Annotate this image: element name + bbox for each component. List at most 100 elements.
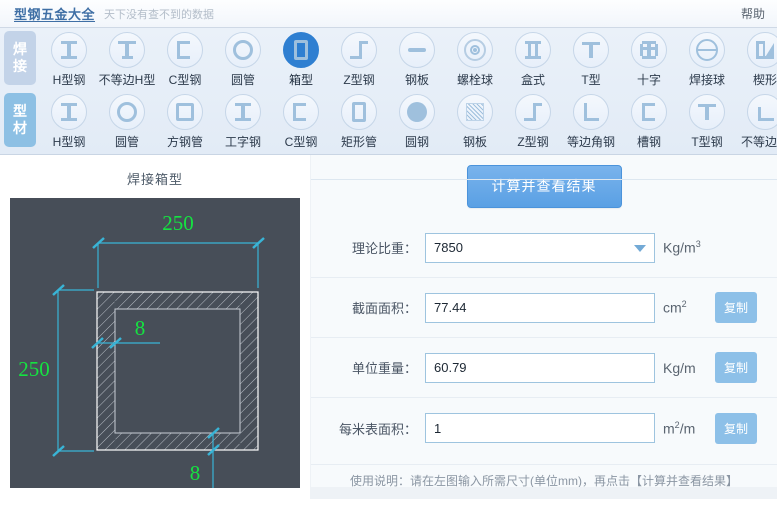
result-panel: 计算并查看结果 理论比重：Kg/m3截面面积：cm2复制单位重量：Kg/m复制每… [310,155,777,499]
round-tube-icon [116,101,138,123]
tab-icon-circle[interactable] [341,32,377,68]
steel-plate-bar-icon [406,39,428,61]
copy-button-3[interactable]: 复制 [715,412,758,444]
tab-icon-circle[interactable] [283,94,319,130]
tab-icon-circle[interactable] [341,94,377,130]
tab-icon-circle[interactable] [515,94,551,130]
tab-icon-circle[interactable] [457,94,493,130]
tab-item-方钢管[interactable]: 方钢管 [156,90,214,150]
tab-icon-circle[interactable] [167,94,203,130]
density-select-wrap[interactable] [417,232,655,263]
tab-icon-circle[interactable] [747,94,777,130]
tab-item-圆管[interactable]: 圆管 [98,90,156,150]
tab-item-label: 螺栓球 [456,73,493,87]
tab-item-十字[interactable]: 十字 [620,28,678,88]
tab-item-不等边H型[interactable]: 不等边H型 [98,28,156,88]
tab-item-楔形[interactable]: 楔形 [736,28,777,88]
field-input-2[interactable] [425,352,655,383]
tab-item-label: 方钢管 [166,135,203,149]
category-chip-1[interactable]: 焊接 [4,31,36,85]
tab-row-1: 焊接 H型钢 不等边H型 C型钢 圆管 箱型 Z型钢 钢板 螺栓球 盒式 T型 十字 焊接球 楔形 [0,28,777,90]
width-value-label[interactable]: 250 [162,211,194,235]
tab-item-C型钢[interactable]: C型钢 [272,90,330,150]
tab-item-箱型[interactable]: 箱型 [272,28,330,88]
tab-icon-circle[interactable] [515,32,551,68]
tab-item-label: C型钢 [168,73,202,87]
hint-divider [311,464,777,465]
tab-item-label: Z型钢 [343,73,375,87]
tab-item-label: Z型钢 [517,135,549,149]
tab-icon-circle[interactable] [109,32,145,68]
density-input[interactable] [425,232,655,263]
tab-item-不等边角[interactable]: 不等边角 [736,90,777,150]
category-chip-2[interactable]: 型材 [4,93,36,147]
tab-icon-circle[interactable] [689,32,725,68]
tab-icon-circle[interactable] [225,32,261,68]
tab-item-工字钢[interactable]: 工字钢 [214,90,272,150]
help-link[interactable]: 帮助 [741,5,765,22]
tab-icon-circle[interactable] [51,94,87,130]
tab-items-1: H型钢 不等边H型 C型钢 圆管 箱型 Z型钢 钢板 螺栓球 盒式 T型 十字 焊接球 楔形 [40,28,777,88]
tab-icon-circle[interactable] [283,32,319,68]
tab-item-盒式[interactable]: 盒式 [504,28,562,88]
content-area: 焊接箱型 250 250 8 8 计算并查看结果 理论比重： 7850 Kg/m… [0,155,777,499]
z-beam-icon [348,39,370,61]
tab-item-等边角钢[interactable]: 等边角钢 [562,90,620,150]
tab-item-C型钢[interactable]: C型钢 [156,28,214,88]
tab-item-T型钢[interactable]: T型钢 [678,90,736,150]
tab-item-label: T型 [581,73,601,87]
tab-item-Z型钢[interactable]: Z型钢 [504,90,562,150]
dimension-width [92,237,265,288]
tab-item-钢板[interactable]: 钢板 [446,90,504,150]
tab-icon-circle[interactable] [51,32,87,68]
tab-item-槽钢[interactable]: 槽钢 [620,90,678,150]
tab-item-label: T型钢 [691,135,723,149]
tab-icon-circle[interactable] [399,32,435,68]
tab-item-label: 十字 [636,73,661,87]
tab-icon-circle[interactable] [631,94,667,130]
tab-item-Z型钢[interactable]: Z型钢 [330,28,388,88]
tab-icon-circle[interactable] [573,32,609,68]
tab-item-圆管[interactable]: 圆管 [214,28,272,88]
field-row-1: 截面面积： cm2 复制 [311,278,777,338]
tab-item-螺栓球[interactable]: 螺栓球 [446,28,504,88]
thickness-bottom-value-label[interactable]: 8 [190,461,201,485]
tab-icon-circle[interactable] [225,94,261,130]
tab-icon-circle[interactable] [457,32,493,68]
tab-icon-circle[interactable] [167,32,203,68]
app-header: 型钢五金大全 天下没有查不到的数据 帮助 [0,0,777,28]
tab-item-T型[interactable]: T型 [562,28,620,88]
calculate-button[interactable]: 计算并查看结果 [466,165,622,208]
height-value-label[interactable]: 250 [18,357,50,381]
field-input-1[interactable] [425,292,655,323]
copy-button-1[interactable]: 复制 [715,292,758,323]
box-section-svg[interactable]: 250 250 8 8 [10,198,300,490]
category-chip-char: 材 [13,120,27,136]
copy-button-2[interactable]: 复制 [715,352,758,383]
tab-item-label: 焊接球 [688,73,725,87]
round-tube-icon [232,39,254,61]
field-input-3[interactable] [425,413,655,443]
tab-item-H型钢[interactable]: H型钢 [40,90,98,150]
tab-item-圆钢[interactable]: 圆钢 [388,90,446,150]
tab-icon-circle[interactable] [399,94,435,130]
tab-item-label: 不等边H型 [98,73,156,87]
welded-ball-icon [696,39,718,61]
thickness-top-value-label[interactable]: 8 [135,316,146,340]
tab-icon-circle[interactable] [573,94,609,130]
equal-angle-icon [580,101,602,123]
field-list: 理论比重：Kg/m3截面面积：cm2复制单位重量：Kg/m复制每米表面积：m2/… [311,208,777,458]
tab-icon-circle[interactable] [631,32,667,68]
section-drawing[interactable]: 250 250 8 8 [10,198,300,490]
tab-item-label: 工字钢 [224,135,261,149]
tab-icon-circle[interactable] [747,32,777,68]
field-row-2: 单位重量： Kg/m 复制 [311,338,777,398]
tab-icon-circle[interactable] [109,94,145,130]
tab-item-矩形管[interactable]: 矩形管 [330,90,388,150]
tab-item-钢板[interactable]: 钢板 [388,28,446,88]
tab-item-H型钢[interactable]: H型钢 [40,28,98,88]
tab-icon-circle[interactable] [689,94,725,130]
tab-item-焊接球[interactable]: 焊接球 [678,28,736,88]
tab-item-label: C型钢 [284,135,318,149]
panel-divider [311,179,777,180]
